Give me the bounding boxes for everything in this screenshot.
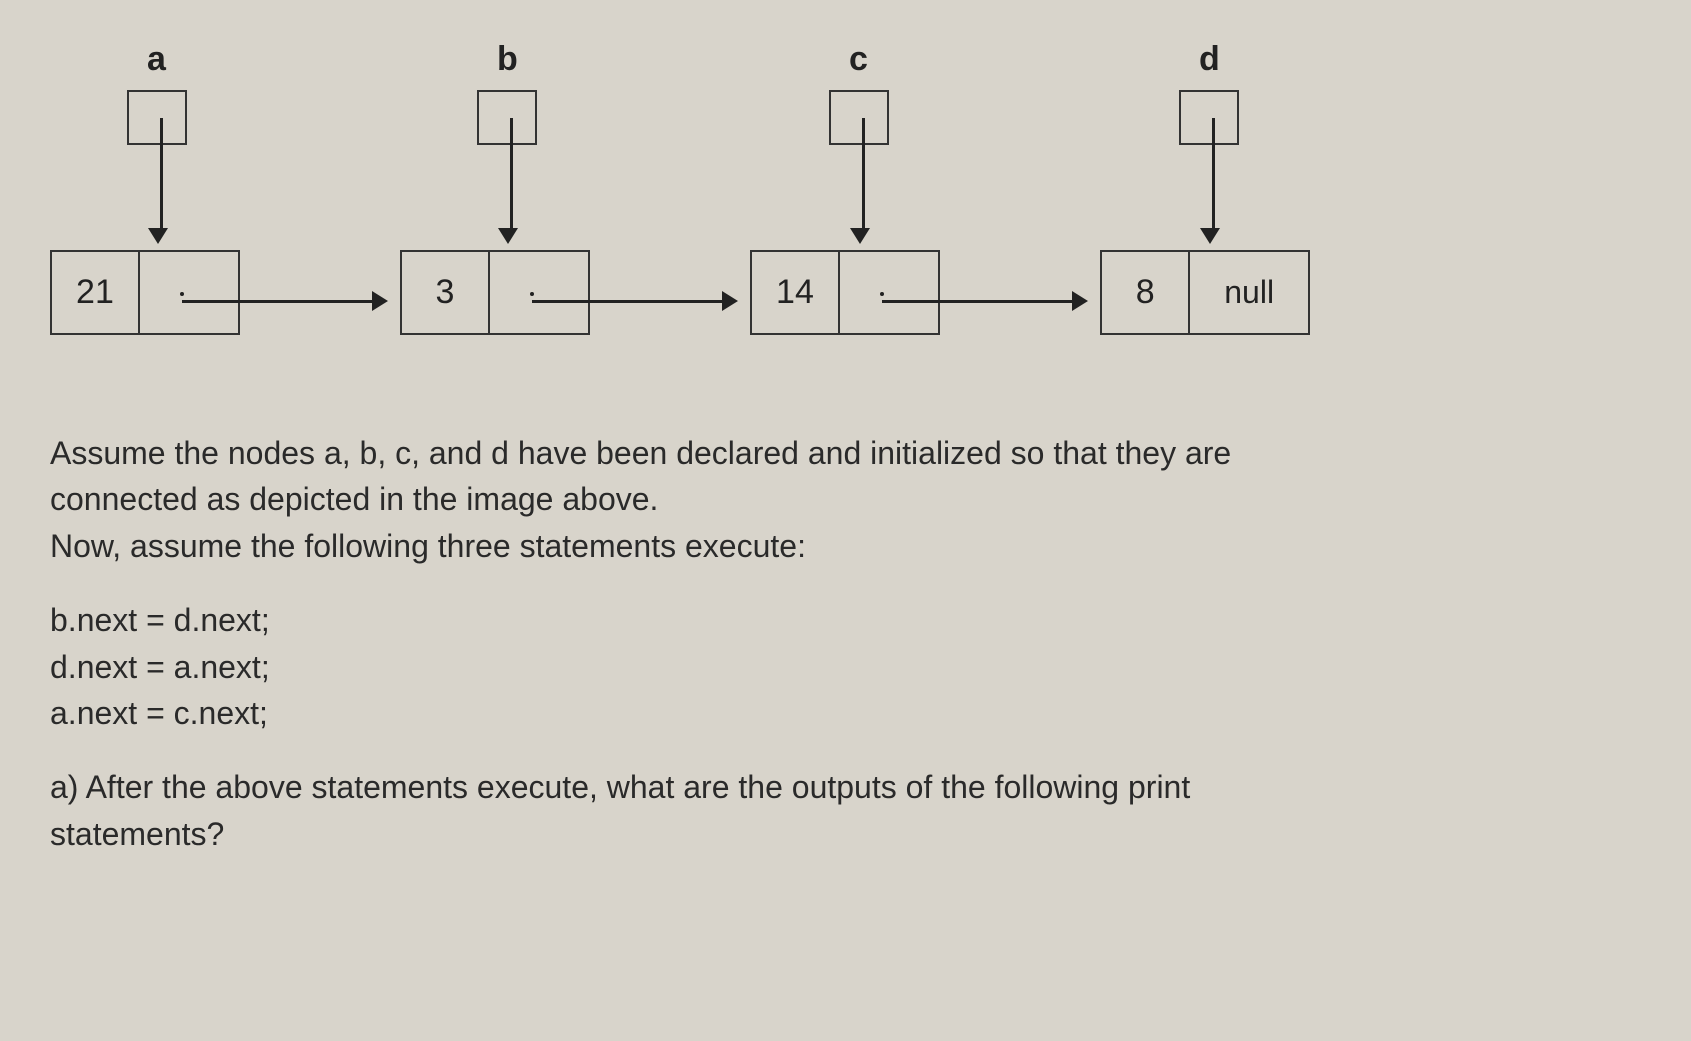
- node-d-value: 8: [1102, 252, 1190, 333]
- intro-line-3: Now, assume the following three statemen…: [50, 523, 1641, 569]
- arrow-b-to-c: [532, 291, 738, 311]
- node-c-value: 14: [752, 252, 840, 333]
- statement-2: d.next = a.next;: [50, 644, 1641, 690]
- arrow-down-a: [156, 118, 168, 244]
- arrow-down-c: [858, 118, 870, 244]
- pointer-label-b: b: [497, 40, 518, 79]
- pointer-label-d: d: [1199, 40, 1220, 79]
- question-line-2: statements?: [50, 811, 1641, 857]
- intro-line-2: connected as depicted in the image above…: [50, 476, 1641, 522]
- statement-3: a.next = c.next;: [50, 690, 1641, 736]
- arrow-down-b: [506, 118, 518, 244]
- arrow-a-to-b: [182, 291, 388, 311]
- question-line-1: a) After the above statements execute, w…: [50, 764, 1641, 810]
- intro-line-1: Assume the nodes a, b, c, and d have bee…: [50, 430, 1641, 476]
- node-a-value: 21: [52, 252, 140, 333]
- code-statements: b.next = d.next; d.next = a.next; a.next…: [50, 597, 1641, 736]
- question-a: a) After the above statements execute, w…: [50, 764, 1641, 857]
- pointer-label-a: a: [147, 40, 166, 79]
- statement-1: b.next = d.next;: [50, 597, 1641, 643]
- arrow-down-d: [1208, 118, 1220, 244]
- node-d-next: null: [1190, 252, 1308, 333]
- intro-text: Assume the nodes a, b, c, and d have bee…: [50, 430, 1641, 569]
- node-b-value: 3: [402, 252, 490, 333]
- pointer-label-c: c: [849, 40, 868, 79]
- linked-list-diagram: a b c d 21 3: [50, 40, 1641, 400]
- arrow-c-to-d: [882, 291, 1088, 311]
- node-d: 8 null: [1100, 250, 1310, 335]
